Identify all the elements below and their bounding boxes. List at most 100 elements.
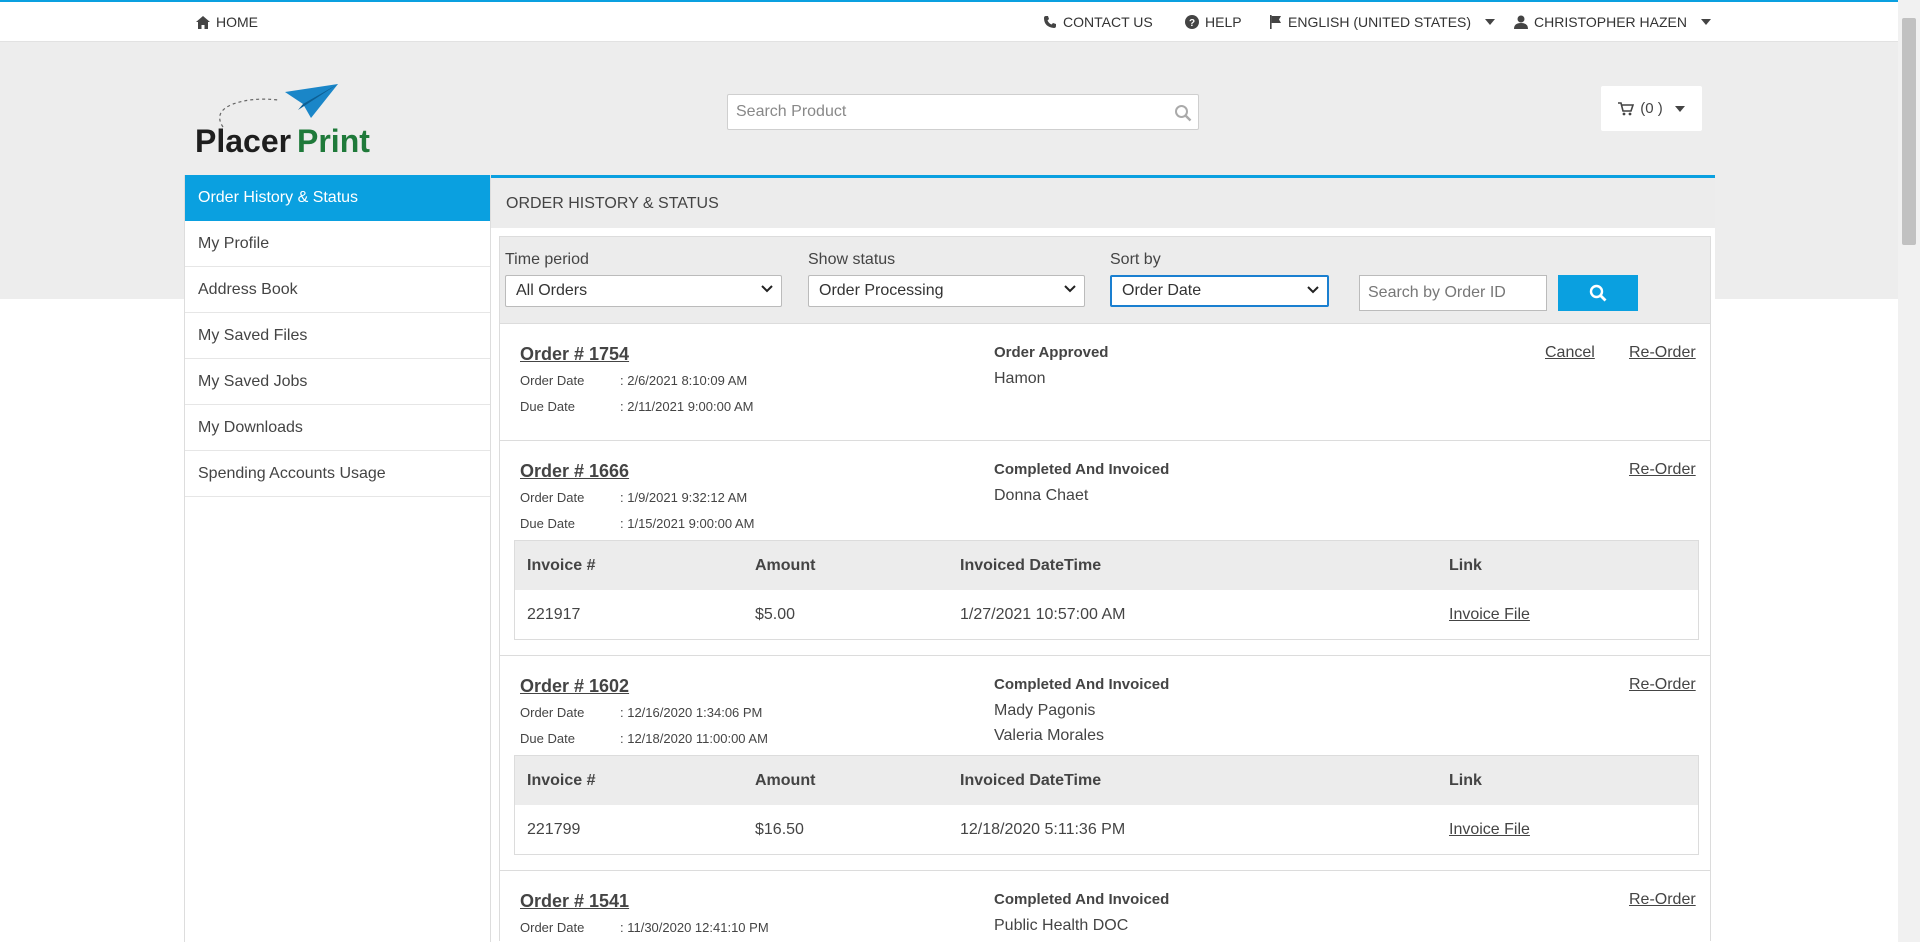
order-date-value: : 2/6/2021 8:10:09 AM bbox=[620, 373, 748, 388]
invoice-file-link[interactable]: Invoice File bbox=[1449, 821, 1530, 839]
invoice-amount: $16.50 bbox=[755, 821, 804, 838]
language-label: ENGLISH (UNITED STATES) bbox=[1288, 14, 1472, 30]
invoice-number-header: Invoice # bbox=[527, 772, 596, 789]
invoice-table: Invoice # Amount Invoiced DateTime Link … bbox=[514, 755, 1699, 855]
table-row: 221799 $16.50 12/18/2020 5:11:36 PM Invo… bbox=[515, 805, 1698, 854]
order-person: Public Health DOC bbox=[994, 917, 1129, 934]
order-date-value: : 12/16/2020 1:34:06 PM bbox=[620, 705, 763, 720]
order-number-link[interactable]: Order # 1602 bbox=[520, 676, 629, 697]
time-period-value: All Orders bbox=[516, 282, 588, 299]
due-date-value: : 2/11/2021 9:00:00 AM bbox=[620, 399, 754, 414]
language-selector[interactable]: ENGLISH (UNITED STATES) bbox=[1270, 14, 1496, 30]
order-date-value: : 1/9/2021 9:32:12 AM bbox=[620, 490, 748, 505]
order-card: Order # 1541 Order Date : 11/30/2020 12:… bbox=[499, 871, 1711, 941]
account-sidebar: Order History & Status My Profile Addres… bbox=[184, 175, 491, 942]
sidebar-item-saved-files[interactable]: My Saved Files bbox=[185, 313, 490, 359]
reorder-link[interactable]: Re-Order bbox=[1629, 461, 1696, 479]
sidebar-item-spending-accounts[interactable]: Spending Accounts Usage bbox=[185, 451, 490, 497]
order-search-button[interactable] bbox=[1558, 275, 1638, 311]
time-period-select[interactable]: All Orders bbox=[505, 275, 782, 307]
order-id-search-input[interactable] bbox=[1359, 275, 1547, 311]
order-list: Order # 1754 Order Date : 2/6/2021 8:10:… bbox=[499, 324, 1711, 941]
cancel-order-link[interactable]: Cancel bbox=[1545, 344, 1595, 362]
reorder-link[interactable]: Re-Order bbox=[1629, 344, 1696, 362]
link-header: Link bbox=[1449, 772, 1482, 789]
sort-by-value: Order Date bbox=[1122, 282, 1202, 299]
order-number-link[interactable]: Order # 1754 bbox=[520, 344, 629, 365]
caret-down-icon bbox=[1700, 19, 1711, 25]
home-icon bbox=[196, 15, 210, 29]
contact-label: CONTACT US bbox=[1063, 14, 1153, 30]
chevron-down-icon bbox=[1307, 286, 1319, 294]
show-status-select[interactable]: Order Processing bbox=[808, 275, 1085, 307]
reorder-link[interactable]: Re-Order bbox=[1629, 676, 1696, 694]
phone-icon bbox=[1044, 16, 1056, 28]
top-bar: HOME CONTACT US ? HELP ENGLISH (UNITED S… bbox=[0, 0, 1898, 42]
placer-print-logo[interactable]: Placer Print bbox=[193, 82, 393, 159]
invoiced-datetime-header: Invoiced DateTime bbox=[960, 557, 1102, 574]
sidebar-item-order-history[interactable]: Order History & Status bbox=[185, 175, 490, 221]
invoice-datetime: 1/27/2021 10:57:00 AM bbox=[960, 606, 1126, 623]
order-person: Valeria Morales bbox=[994, 727, 1104, 744]
order-date-label: Order Date bbox=[520, 490, 585, 505]
order-status: Order Approved bbox=[994, 344, 1109, 361]
panel-header: ORDER HISTORY & STATUS bbox=[491, 175, 1715, 228]
cart-button[interactable]: (0 ) bbox=[1601, 86, 1702, 131]
svg-text:?: ? bbox=[1189, 18, 1195, 29]
page-scrollbar[interactable] bbox=[1898, 0, 1920, 942]
due-date-value: : 1/15/2021 9:00:00 AM bbox=[620, 516, 755, 531]
invoice-datetime: 12/18/2020 5:11:36 PM bbox=[960, 821, 1126, 838]
order-person: Donna Chaet bbox=[994, 487, 1089, 504]
invoiced-datetime-header: Invoiced DateTime bbox=[960, 772, 1102, 789]
chevron-down-icon bbox=[1064, 285, 1076, 293]
invoice-table-header: Invoice # Amount Invoiced DateTime Link bbox=[515, 756, 1698, 805]
flag-icon bbox=[1270, 15, 1281, 29]
invoice-table: Invoice # Amount Invoiced DateTime Link … bbox=[514, 540, 1699, 640]
logo-text-placer: Placer bbox=[195, 123, 291, 157]
order-number-link[interactable]: Order # 1541 bbox=[520, 891, 629, 912]
chevron-down-icon bbox=[761, 285, 773, 293]
invoice-number: 221799 bbox=[527, 821, 581, 838]
invoice-number-header: Invoice # bbox=[527, 557, 596, 574]
order-status: Completed And Invoiced bbox=[994, 461, 1170, 478]
scrollbar-thumb[interactable] bbox=[1902, 18, 1916, 245]
user-label: CHRISTOPHER HAZEN bbox=[1534, 14, 1687, 30]
search-icon[interactable] bbox=[1174, 104, 1192, 122]
sort-by-label: Sort by bbox=[1110, 251, 1161, 268]
link-header: Link bbox=[1449, 557, 1482, 574]
caret-down-icon bbox=[1485, 19, 1496, 25]
sidebar-item-downloads[interactable]: My Downloads bbox=[185, 405, 490, 451]
show-status-value: Order Processing bbox=[819, 282, 944, 299]
invoice-amount: $5.00 bbox=[755, 606, 796, 623]
order-filters: Time period All Orders Show status Order… bbox=[499, 236, 1711, 324]
order-status: Completed And Invoiced bbox=[994, 676, 1170, 693]
table-row: 221917 $5.00 1/27/2021 10:57:00 AM Invoi… bbox=[515, 590, 1698, 639]
time-period-label: Time period bbox=[505, 251, 589, 268]
user-icon bbox=[1514, 15, 1528, 29]
due-date-label: Due Date bbox=[520, 516, 575, 531]
home-link[interactable]: HOME bbox=[196, 14, 258, 30]
search-icon bbox=[1589, 284, 1607, 302]
home-label: HOME bbox=[216, 14, 258, 30]
contact-link[interactable]: CONTACT US bbox=[1043, 14, 1153, 30]
sidebar-item-my-profile[interactable]: My Profile bbox=[185, 221, 490, 267]
product-search bbox=[727, 94, 1199, 130]
order-person: Mady Pagonis bbox=[994, 702, 1096, 719]
help-link[interactable]: ? HELP bbox=[1185, 14, 1242, 30]
sidebar-item-saved-jobs[interactable]: My Saved Jobs bbox=[185, 359, 490, 405]
user-menu[interactable]: CHRISTOPHER HAZEN bbox=[1514, 14, 1711, 30]
order-date-label: Order Date bbox=[520, 920, 585, 935]
order-history-panel: ORDER HISTORY & STATUS Time period All O… bbox=[491, 175, 1715, 942]
sidebar-item-address-book[interactable]: Address Book bbox=[185, 267, 490, 313]
reorder-link[interactable]: Re-Order bbox=[1629, 891, 1696, 909]
logo-text-print: Print bbox=[297, 123, 370, 157]
order-card: Order # 1754 Order Date : 2/6/2021 8:10:… bbox=[499, 324, 1711, 441]
search-input[interactable] bbox=[736, 95, 1156, 129]
order-date-label: Order Date bbox=[520, 705, 585, 720]
invoice-number: 221917 bbox=[527, 606, 581, 623]
sort-by-select[interactable]: Order Date bbox=[1110, 275, 1329, 307]
invoice-file-link[interactable]: Invoice File bbox=[1449, 606, 1530, 624]
order-number-link[interactable]: Order # 1666 bbox=[520, 461, 629, 482]
order-date-value: : 11/30/2020 12:41:10 PM bbox=[620, 920, 769, 935]
order-card: Order # 1666 Order Date : 1/9/2021 9:32:… bbox=[499, 441, 1711, 656]
